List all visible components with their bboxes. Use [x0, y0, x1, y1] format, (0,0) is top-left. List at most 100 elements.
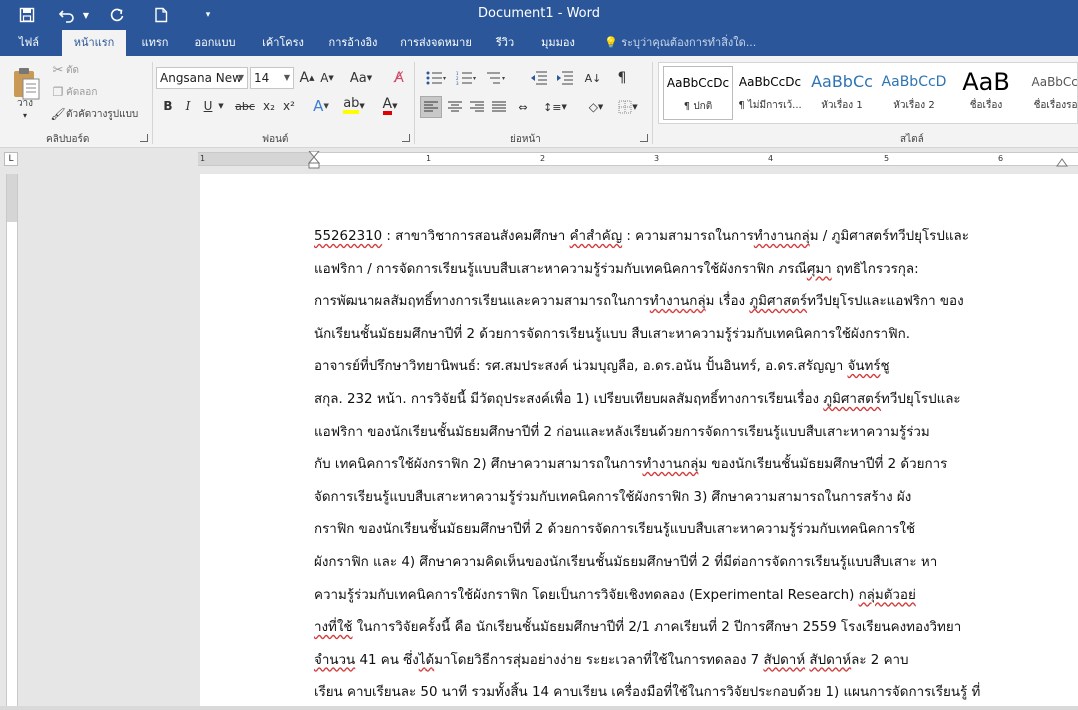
strikethrough-button[interactable]: abc: [232, 96, 258, 116]
tab-review[interactable]: รีวิว: [488, 30, 522, 56]
highlight-button[interactable]: ab ▼: [340, 96, 368, 116]
style-name: ¶ ไม่มีการเว้...: [738, 100, 802, 111]
document-page[interactable]: 55262310 : สาขาวิชาการสอนสังคมศึกษา คำสำ…: [200, 174, 1078, 710]
tab-selector[interactable]: L: [4, 152, 18, 166]
superscript-button[interactable]: x²: [280, 96, 298, 116]
text-effects-icon[interactable]: A ▼: [308, 96, 334, 116]
shading-button[interactable]: ◇ ▼: [582, 96, 610, 118]
text-run: แอฟริกา / การจัดการเรียนรู้แบบสืบเสาะหาค…: [314, 261, 807, 277]
title-bar: ▼ ▾ Document1 - Word: [0, 0, 1078, 30]
tab-layout[interactable]: เค้าโครง: [254, 30, 312, 56]
increase-indent-icon[interactable]: [554, 68, 576, 88]
text-run: เรียน คาบเรียนละ 50 นาที รวมทั้งสิ้น 14 …: [314, 685, 981, 701]
spellcheck-flagged-text: จำนวน: [314, 652, 356, 668]
spellcheck-flagged-text: ได้: [418, 652, 435, 668]
horizontal-scrollbar[interactable]: [0, 706, 1078, 710]
clear-formatting-icon[interactable]: A̸: [388, 68, 410, 88]
highlighter-icon: ab: [343, 97, 360, 114]
line-spacing-button[interactable]: ↕≡ ▼: [540, 96, 570, 118]
underline-button[interactable]: U: [200, 96, 216, 116]
text-run: สกุล. 232 หน้า. การวิจัยนี้ มีวัตถุประสง…: [314, 391, 824, 407]
text-run: 41 คน ซึ่ง: [355, 652, 419, 668]
grow-font-button[interactable]: A ▲: [298, 68, 316, 88]
decrease-indent-icon[interactable]: [528, 68, 550, 88]
document-body[interactable]: 55262310 : สาขาวิชาการสอนสังคมศึกษา คำสำ…: [314, 226, 1058, 710]
style-preview: AaBbCc: [811, 72, 873, 91]
spellcheck-flagged-text: กลุ่มตัวอย: [858, 587, 916, 603]
clipboard-group-label: คลิปบอร์ด: [46, 134, 90, 145]
spellcheck-flagged-text: ภูมิศาสตร: [749, 294, 808, 310]
bullets-button[interactable]: ▾: [422, 68, 450, 88]
paragraph-group-label: ย่อหน้า: [510, 134, 541, 145]
style-title[interactable]: AaB ชื่อเรื่อง: [951, 66, 1021, 120]
style-subtitle[interactable]: AaBbCcc ชื่อเรื่องรอง: [1023, 66, 1078, 120]
align-right-button[interactable]: [466, 96, 488, 118]
justify-button[interactable]: [488, 96, 510, 118]
grow-font-icon: A: [299, 70, 310, 86]
font-size-combo[interactable]: 14 ▼: [250, 67, 294, 89]
paragraph-launcher-icon[interactable]: [640, 134, 648, 142]
align-center-button[interactable]: [444, 96, 466, 118]
ruler-number: 1: [200, 154, 206, 163]
right-indent-marker-icon[interactable]: [1056, 157, 1068, 167]
document-line: นักเรียนชั้นมัธยมศึกษาปีที่ 2 ด้วยการจัด…: [314, 324, 1058, 357]
numbering-button[interactable]: 1 2 3 ▾: [452, 68, 480, 88]
style-name: ¶ ปกติ: [683, 101, 713, 112]
text-run: ฤทธิไกรวรกุล:: [831, 261, 919, 277]
copy-icon[interactable]: ❐: [50, 84, 66, 100]
svg-text:▾: ▾: [473, 75, 476, 82]
text-run: จัดการเรียนรู้แบบสืบเสาะหาความรู้ร่วมกับ…: [314, 489, 912, 505]
style-no-spacing[interactable]: AaBbCcDc ¶ ไม่มีการเว้...: [735, 66, 805, 120]
font-color-button[interactable]: A ▼: [376, 96, 404, 116]
bold-button[interactable]: B: [160, 96, 176, 116]
paste-dropdown-icon[interactable]: ▾: [18, 110, 32, 120]
tab-mailings[interactable]: การส่งจดหมาย: [394, 30, 478, 56]
tell-me-placeholder: ระบุว่าคุณต้องการทำสิ่งใด...: [621, 36, 757, 49]
italic-button[interactable]: I: [180, 96, 196, 116]
style-heading-1[interactable]: AaBbCc หัวเรื่อง 1: [807, 66, 877, 120]
tab-home[interactable]: หน้าแรก: [62, 30, 126, 56]
ruler-margin: [198, 153, 314, 165]
style-name: หัวเรื่อง 2: [893, 100, 935, 111]
style-normal[interactable]: AaBbCcDc ¶ ปกติ: [663, 66, 733, 120]
font-size-value: 14: [254, 71, 270, 85]
align-left-button[interactable]: [420, 96, 442, 118]
font-name-combo[interactable]: Angsana New ▼: [156, 67, 248, 89]
vertical-ruler[interactable]: [6, 174, 18, 710]
text-run: ่ม / ภูมิศาสตร: [809, 229, 890, 244]
horizontal-ruler[interactable]: 1 1 2 3 4 5 6: [198, 151, 1078, 169]
tab-design[interactable]: ออกแบบ: [186, 30, 244, 56]
font-launcher-icon[interactable]: [402, 134, 410, 142]
group-divider: [652, 62, 653, 144]
underline-dropdown-icon[interactable]: ▼: [216, 96, 226, 116]
clipboard-launcher-icon[interactable]: [140, 134, 148, 142]
format-painter-icon[interactable]: 🖌: [50, 106, 66, 122]
font-name-value: Angsana New: [160, 71, 242, 85]
font-group-label: ฟอนต์: [262, 134, 289, 145]
tab-references[interactable]: การอ้างอิง: [322, 30, 384, 56]
text-run: : ความสามารถในการ: [622, 229, 754, 244]
style-preview: AaBbCcDc: [738, 75, 802, 89]
show-marks-icon[interactable]: ¶: [612, 68, 632, 88]
thai-distributed-icon[interactable]: ⇔: [512, 96, 534, 118]
text-run: : สาขาวิชาการสอนสังคมศึกษา: [382, 229, 570, 244]
ruler-number: 5: [884, 154, 890, 163]
indent-marker-icon[interactable]: [308, 151, 320, 169]
styles-group-label: สไตล์: [900, 134, 924, 145]
style-heading-2[interactable]: AaBbCcD หัวเรื่อง 2: [879, 66, 949, 120]
cut-icon[interactable]: ✂: [50, 62, 66, 78]
text-run: ผังกราฟิก และ 4) ศึกษาความคิดเห็นของนักเ…: [314, 554, 938, 570]
sort-icon[interactable]: A↓: [582, 68, 604, 88]
shrink-font-button[interactable]: A ▼: [318, 68, 336, 88]
borders-button[interactable]: ▼: [614, 96, 642, 118]
multilevel-list-button[interactable]: ▾: [482, 68, 510, 88]
tab-view[interactable]: มุมมอง: [532, 30, 584, 56]
subscript-button[interactable]: x₂: [260, 96, 278, 116]
tab-insert[interactable]: แทรก: [134, 30, 176, 56]
tell-me-box[interactable]: 💡 ระบุว่าคุณต้องการทำสิ่งใด...: [604, 30, 756, 56]
tab-file[interactable]: ไฟล์: [8, 30, 50, 56]
text-run: นักเรียนชั้นมัธยมศึกษาปีที่ 2 ด้วยการจัด…: [314, 326, 910, 342]
format-painter-label[interactable]: ตัวคัดวางรูปแบบ: [66, 106, 146, 122]
style-name: ชื่อเรื่อง: [969, 100, 1003, 111]
change-case-button[interactable]: Aa ▼: [346, 68, 376, 88]
